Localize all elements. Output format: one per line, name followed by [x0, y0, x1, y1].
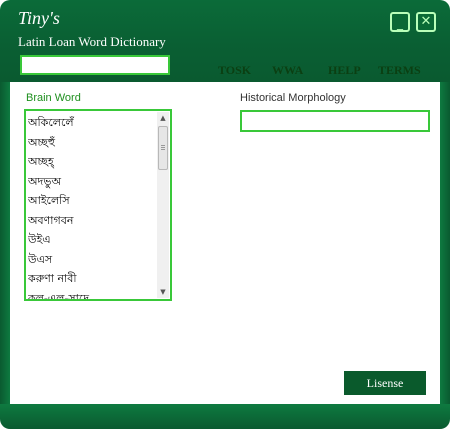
list-item[interactable]: আইলেসি: [28, 191, 156, 211]
search-input[interactable]: [20, 55, 170, 75]
nav-wwa[interactable]: WWA: [272, 63, 303, 78]
window-frame-left: [0, 82, 10, 404]
main-content: Brain Word Historical Morphology অকিলেলে…: [10, 82, 440, 404]
scroll-thumb[interactable]: [158, 126, 168, 170]
list-item[interactable]: অবণাগবন: [28, 211, 156, 231]
nav-terms[interactable]: TERMS: [378, 63, 421, 78]
list-item[interactable]: উএস: [28, 250, 156, 270]
minimize-icon: _: [397, 16, 403, 30]
nav-help[interactable]: HELP: [328, 63, 361, 78]
list-item[interactable]: অচ্ছহ্: [28, 152, 156, 172]
scroll-down-arrow-icon[interactable]: ▼: [157, 286, 169, 298]
close-button[interactable]: ✕: [416, 12, 436, 32]
brain-word-listbox[interactable]: অকিলেলেঁ অচ্ছহুঁ অচ্ছহ্ অদভুঅ আইলেসি অবণ…: [24, 109, 172, 301]
list-item[interactable]: কল-এল-সাদে: [28, 289, 156, 300]
list-scrollbar[interactable]: ▲ ▼: [157, 112, 169, 298]
historical-morphology-field[interactable]: [240, 110, 430, 132]
bottom-bar: [0, 404, 450, 429]
app-title: Tiny's: [18, 8, 60, 28]
window-frame-right: [440, 82, 450, 404]
minimize-button[interactable]: _: [390, 12, 410, 32]
title-bar[interactable]: Tiny's Latin Loan Word Dictionary _ ✕ TO…: [0, 0, 450, 82]
nav-tosk[interactable]: TOSK: [218, 63, 251, 78]
list-item[interactable]: করুণা নাবী: [28, 269, 156, 289]
historical-morphology-label: Historical Morphology: [240, 92, 346, 104]
scroll-up-arrow-icon[interactable]: ▲: [157, 112, 169, 124]
brain-word-label: Brain Word: [26, 92, 81, 104]
license-button[interactable]: Lisense: [344, 371, 426, 395]
list-item[interactable]: অদভুঅ: [28, 172, 156, 192]
list-item[interactable]: উইএ: [28, 230, 156, 250]
list-item[interactable]: অচ্ছহুঁ: [28, 133, 156, 153]
app-window: Tiny's Latin Loan Word Dictionary _ ✕ TO…: [0, 0, 450, 429]
list-item[interactable]: অকিলেলেঁ: [28, 113, 156, 133]
thumb-grip: [161, 145, 165, 151]
app-subtitle: Latin Loan Word Dictionary: [18, 34, 166, 49]
close-icon: ✕: [420, 14, 432, 29]
brain-word-list: অকিলেলেঁ অচ্ছহুঁ অচ্ছহ্ অদভুঅ আইলেসি অবণ…: [28, 113, 156, 300]
